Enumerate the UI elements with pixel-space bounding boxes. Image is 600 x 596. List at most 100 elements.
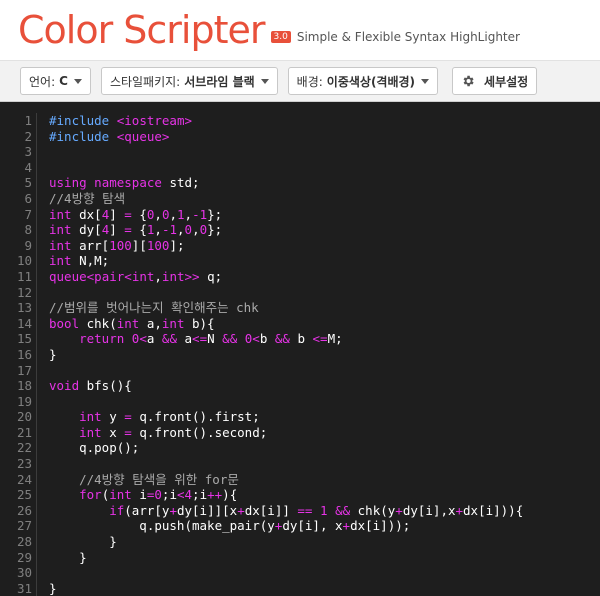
line-number: 3: [24, 144, 32, 160]
background-value: 이중색상(격배경): [326, 74, 416, 89]
gutter-divider: [36, 331, 37, 347]
code-text: }: [49, 534, 117, 550]
gutter-divider: [36, 580, 37, 596]
background-label: 배경:: [296, 74, 323, 89]
gutter-divider: [36, 518, 37, 535]
code-text: //범위를 벗어나는지 확인해주는 chk: [49, 300, 259, 316]
code-line: 12: [0, 284, 600, 301]
code-text: #include <iostream>: [49, 113, 193, 128]
code-line: 31}: [0, 580, 600, 596]
line-number: 27: [16, 518, 32, 534]
line-number: 22: [16, 440, 32, 456]
gutter-divider: [36, 190, 37, 207]
gutter-divider: [36, 456, 37, 472]
line-number: 30: [16, 565, 32, 581]
gutter-divider: [36, 113, 37, 129]
background-dropdown[interactable]: 배경: 이중색상(격배경): [287, 67, 439, 95]
code-text: int y = q.front().first;: [79, 409, 260, 425]
code-text: int dx[4] = {0,0,1,-1};: [49, 206, 223, 222]
settings-label: 세부설정: [484, 74, 529, 89]
code-line: 23: [0, 456, 600, 472]
app-logo[interactable]: Color Scripter: [18, 8, 266, 52]
gutter-divider: [36, 128, 37, 145]
line-number: 10: [16, 253, 32, 269]
gutter-divider: [36, 549, 37, 566]
gutter-divider: [36, 159, 37, 176]
line-number: 9: [24, 237, 32, 253]
code-text: if(arr[y+dy[i]][x+dx[i]] == 1 && chk(y+d…: [109, 502, 524, 518]
line-number: 31: [16, 580, 32, 596]
code-line: 22 q.pop();: [0, 440, 600, 457]
code-text: void bfs(){: [49, 378, 132, 394]
line-number: 16: [16, 346, 32, 362]
code-line: 21 int x = q.front().second;: [0, 424, 600, 441]
line-number: 14: [16, 315, 32, 331]
code-text: //4방향 탐색을 위한 for문: [79, 471, 239, 487]
code-line: 11 queue<pair<int,int>> q;: [0, 268, 600, 285]
code-line: 30: [0, 565, 600, 581]
line-number: 19: [16, 393, 32, 409]
code-text: //4방향 탐색: [49, 190, 126, 206]
code-text: int dy[4] = {1,-1,0,0};: [49, 222, 223, 238]
code-line: 17: [0, 362, 600, 379]
code-text: using namespace std;: [49, 175, 200, 191]
line-number: 29: [16, 549, 32, 565]
line-number: 13: [16, 300, 32, 316]
code-line: 6 //4방향 탐색: [0, 190, 600, 207]
gutter-divider: [36, 502, 37, 519]
code-line: 20 int y = q.front().first;: [0, 409, 600, 425]
code-line: 15 return 0<a && a<=N && 0<b && b <=M;: [0, 331, 600, 347]
language-value: C: [59, 74, 68, 88]
line-number: 12: [16, 284, 32, 300]
line-number: 6: [24, 190, 32, 206]
code-line: 27 q.push(make_pair(y+dy[i], x+dx[i]));: [0, 518, 600, 535]
gutter-divider: [36, 268, 37, 285]
gutter-divider: [36, 144, 37, 160]
gutter-divider: [36, 346, 37, 363]
code-editor[interactable]: 1 #include <iostream> 2 #include <queue> 3 4 5…: [0, 103, 600, 596]
line-number: 25: [16, 487, 32, 503]
line-number: 24: [16, 471, 32, 487]
version-badge: 3.0: [270, 31, 291, 43]
code-line: 1 #include <iostream>: [0, 113, 600, 129]
code-line: 7 int dx[4] = {0,0,1,-1};: [0, 206, 600, 223]
gutter-divider: [36, 237, 37, 254]
code-line: 9 int arr[100][100];: [0, 237, 600, 254]
line-number: 5: [24, 175, 32, 191]
code-line: 26 if(arr[y+dy[i]][x+dx[i]] == 1 && chk(…: [0, 502, 600, 519]
line-number: 8: [24, 222, 32, 238]
line-number: 4: [24, 159, 32, 175]
code-text: int x = q.front().second;: [79, 424, 268, 440]
gutter-divider: [36, 253, 37, 269]
gutter-divider: [36, 565, 37, 581]
code-text: for(int i=0;i<4;i++){: [79, 487, 238, 503]
style-package-dropdown[interactable]: 스타일패키지: 서브라임 블랙: [100, 67, 278, 95]
style-value: 서브라임 블랙: [184, 74, 255, 89]
gutter-divider: [36, 471, 37, 488]
language-dropdown[interactable]: 언어: C: [20, 67, 91, 95]
line-number: 1: [24, 113, 32, 128]
code-line: 24 //4방향 탐색을 위한 for문: [0, 471, 600, 488]
code-line: 2 #include <queue>: [0, 128, 600, 145]
code-line: 19: [0, 393, 600, 410]
line-number: 21: [16, 424, 32, 440]
code-text: int N,M;: [49, 253, 110, 269]
gutter-divider: [36, 300, 37, 316]
settings-button[interactable]: 세부설정: [452, 67, 538, 95]
toolbar: 언어: C 스타일패키지: 서브라임 블랙 배경: 이중색상(격배경) 세부설정: [0, 60, 600, 102]
line-number: 2: [24, 128, 32, 144]
line-number: 18: [16, 378, 32, 394]
language-label: 언어:: [29, 74, 56, 89]
line-number: 23: [16, 456, 32, 472]
code-text: #include <queue>: [49, 128, 170, 144]
gutter-divider: [36, 362, 37, 379]
gutter-divider: [36, 315, 37, 332]
code-text: }: [49, 549, 87, 565]
code-line: 3: [0, 144, 600, 160]
gutter-divider: [36, 222, 37, 238]
gutter-divider: [36, 284, 37, 301]
style-label: 스타일패키지:: [109, 74, 181, 89]
gutter-divider: [36, 409, 37, 425]
chevron-down-icon: [260, 78, 269, 84]
chevron-down-icon: [73, 78, 82, 84]
